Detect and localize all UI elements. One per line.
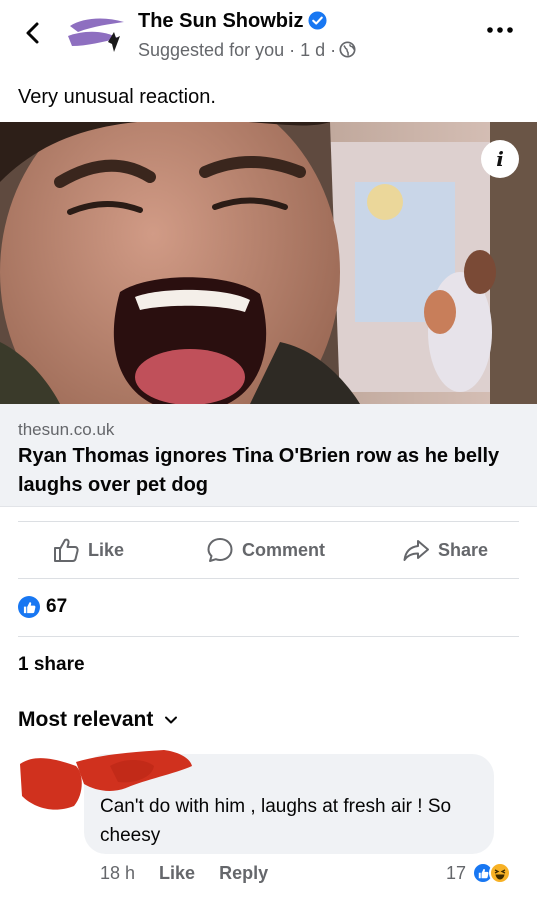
more-icon[interactable] [485, 20, 515, 40]
video-thumbnail [0, 122, 537, 404]
like-button[interactable]: Like [52, 536, 124, 564]
globe-icon [339, 41, 356, 58]
link-headline[interactable]: Ryan Thomas ignores Tina O'Brien row as … [18, 442, 518, 500]
reaction-summary[interactable]: 67 [18, 594, 67, 620]
chevron-down-icon [165, 716, 178, 724]
post-meta: Suggested for you · 1 d · [138, 40, 356, 61]
share-button[interactable]: Share [402, 536, 488, 564]
comment-icon [207, 538, 233, 562]
post-header: The Sun Showbiz Suggested for you · 1 d … [0, 0, 537, 75]
info-icon[interactable]: i [481, 140, 519, 178]
thumbs-up-icon [54, 538, 79, 562]
divider [18, 578, 519, 579]
comment-time: 18 h [100, 862, 136, 883]
back-arrow-icon[interactable] [18, 18, 48, 48]
post-image[interactable]: i [0, 122, 537, 404]
link-domain: thesun.co.uk [18, 420, 115, 439]
divider [18, 636, 519, 637]
redacted-commenter [20, 750, 192, 810]
post-caption: Very unusual reaction. [18, 86, 216, 108]
reaction-count: 67 [46, 596, 68, 617]
comment-sort-dropdown[interactable]: Most relevant [18, 708, 179, 732]
page-avatar[interactable] [64, 12, 130, 56]
like-reaction-icon [18, 596, 40, 618]
post-actions: Like Comment Share [0, 522, 537, 578]
share-count[interactable]: 1 share [18, 654, 85, 676]
comment-like-button[interactable]: Like [159, 863, 195, 884]
comment-actions: 18 h Like Reply [100, 860, 292, 886]
comment-reaction-count: 17 [446, 862, 467, 883]
comment-reply-button[interactable]: Reply [219, 863, 268, 884]
comment-reactions[interactable]: 17 [446, 859, 512, 887]
page-name[interactable]: The Sun Showbiz [138, 10, 327, 33]
haha-icon [489, 862, 512, 884]
verified-badge-icon [308, 11, 327, 30]
link-preview[interactable]: thesun.co.uk Ryan Thomas ignores Tina O'… [0, 404, 537, 507]
comment-button[interactable]: Comment [206, 536, 325, 564]
share-arrow-icon [403, 540, 429, 561]
